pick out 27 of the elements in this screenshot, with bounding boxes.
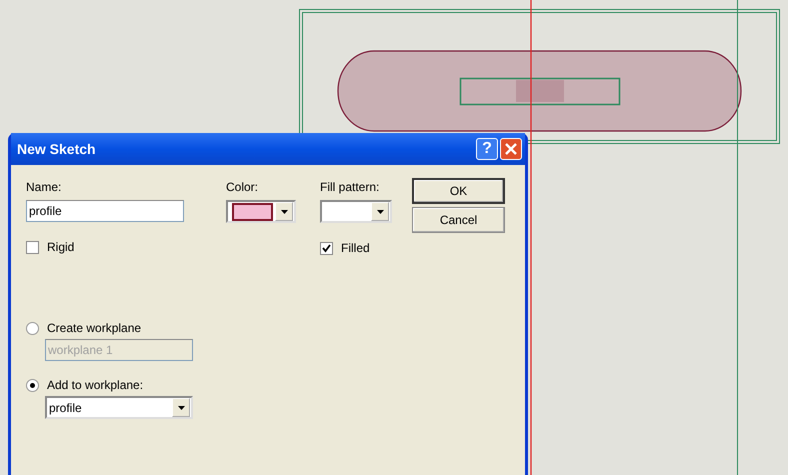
window-title: New Sketch — [17, 141, 97, 157]
radio-button[interactable] — [26, 378, 39, 392]
radio-label: Create workplane — [47, 321, 142, 335]
shaded-region — [516, 80, 564, 102]
caret-icon — [280, 210, 288, 214]
field-label: Name: — [26, 180, 62, 194]
dropdown-arrow-button[interactable] — [172, 398, 190, 417]
checkbox-label: Rigid — [47, 240, 74, 254]
dropdown-arrow-button[interactable] — [275, 202, 293, 221]
name-field[interactable]: profile — [26, 200, 184, 222]
caret-icon — [178, 406, 184, 410]
color-dropdown[interactable] — [226, 200, 296, 223]
workplane-dropdown[interactable]: profile — [45, 396, 193, 419]
checkbox-label: Filled — [341, 241, 370, 255]
checkbox[interactable] — [26, 240, 39, 254]
dropdown-arrow-button[interactable] — [371, 202, 389, 221]
field-label: Color: — [226, 180, 260, 194]
field-label: Fill pattern: — [320, 180, 380, 194]
ok-button[interactable]: OK — [412, 178, 505, 204]
caret-icon — [376, 210, 384, 214]
close-icon — [505, 143, 517, 155]
radio-button[interactable] — [26, 322, 39, 334]
cancel-button[interactable]: Cancel — [412, 207, 505, 233]
close-button[interactable] — [500, 138, 522, 160]
checkbox[interactable] — [320, 242, 333, 254]
help-button[interactable]: ? — [476, 138, 498, 160]
radio-label: Add to workplane: — [47, 378, 144, 392]
